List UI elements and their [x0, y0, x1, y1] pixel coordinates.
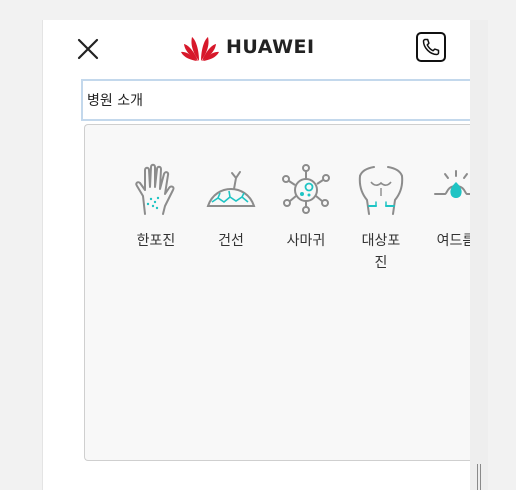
- logo-text: HUAWEI: [226, 36, 315, 58]
- hand-icon: [135, 163, 175, 215]
- torso-icon: [358, 166, 404, 215]
- category-label: 한포진: [136, 233, 176, 249]
- category-label: 사마귀: [286, 233, 326, 249]
- close-button[interactable]: [76, 37, 100, 61]
- category-item-hanpojin[interactable]: 한포진: [123, 162, 189, 252]
- pimple-icon: [434, 170, 470, 198]
- phone-icon: [422, 38, 440, 56]
- huawei-flower-icon: [181, 37, 219, 61]
- category-label: 대상포진: [361, 233, 401, 271]
- scrollbar-track[interactable]: [470, 20, 488, 490]
- virus-icon: [282, 164, 330, 214]
- category-item-yeodeureum[interactable]: 여드름: [423, 162, 470, 252]
- huawei-logo: HUAWEI: [180, 32, 315, 62]
- close-icon: [77, 38, 99, 60]
- category-item-geonseon[interactable]: 건선: [198, 162, 264, 252]
- category-label: 여드름: [436, 233, 470, 249]
- category-panel: 한포진 건선 사마귀 대상포진 여드: [84, 124, 470, 461]
- category-item-samagwi[interactable]: 사마귀: [273, 162, 339, 252]
- category-label: 건선: [218, 233, 244, 249]
- scrollbar-grip[interactable]: [477, 464, 481, 490]
- skin-cracks-icon: [206, 171, 256, 207]
- category-item-daesangpojin[interactable]: 대상포진: [348, 162, 414, 274]
- call-button[interactable]: [416, 32, 446, 62]
- search-input[interactable]: [81, 79, 470, 121]
